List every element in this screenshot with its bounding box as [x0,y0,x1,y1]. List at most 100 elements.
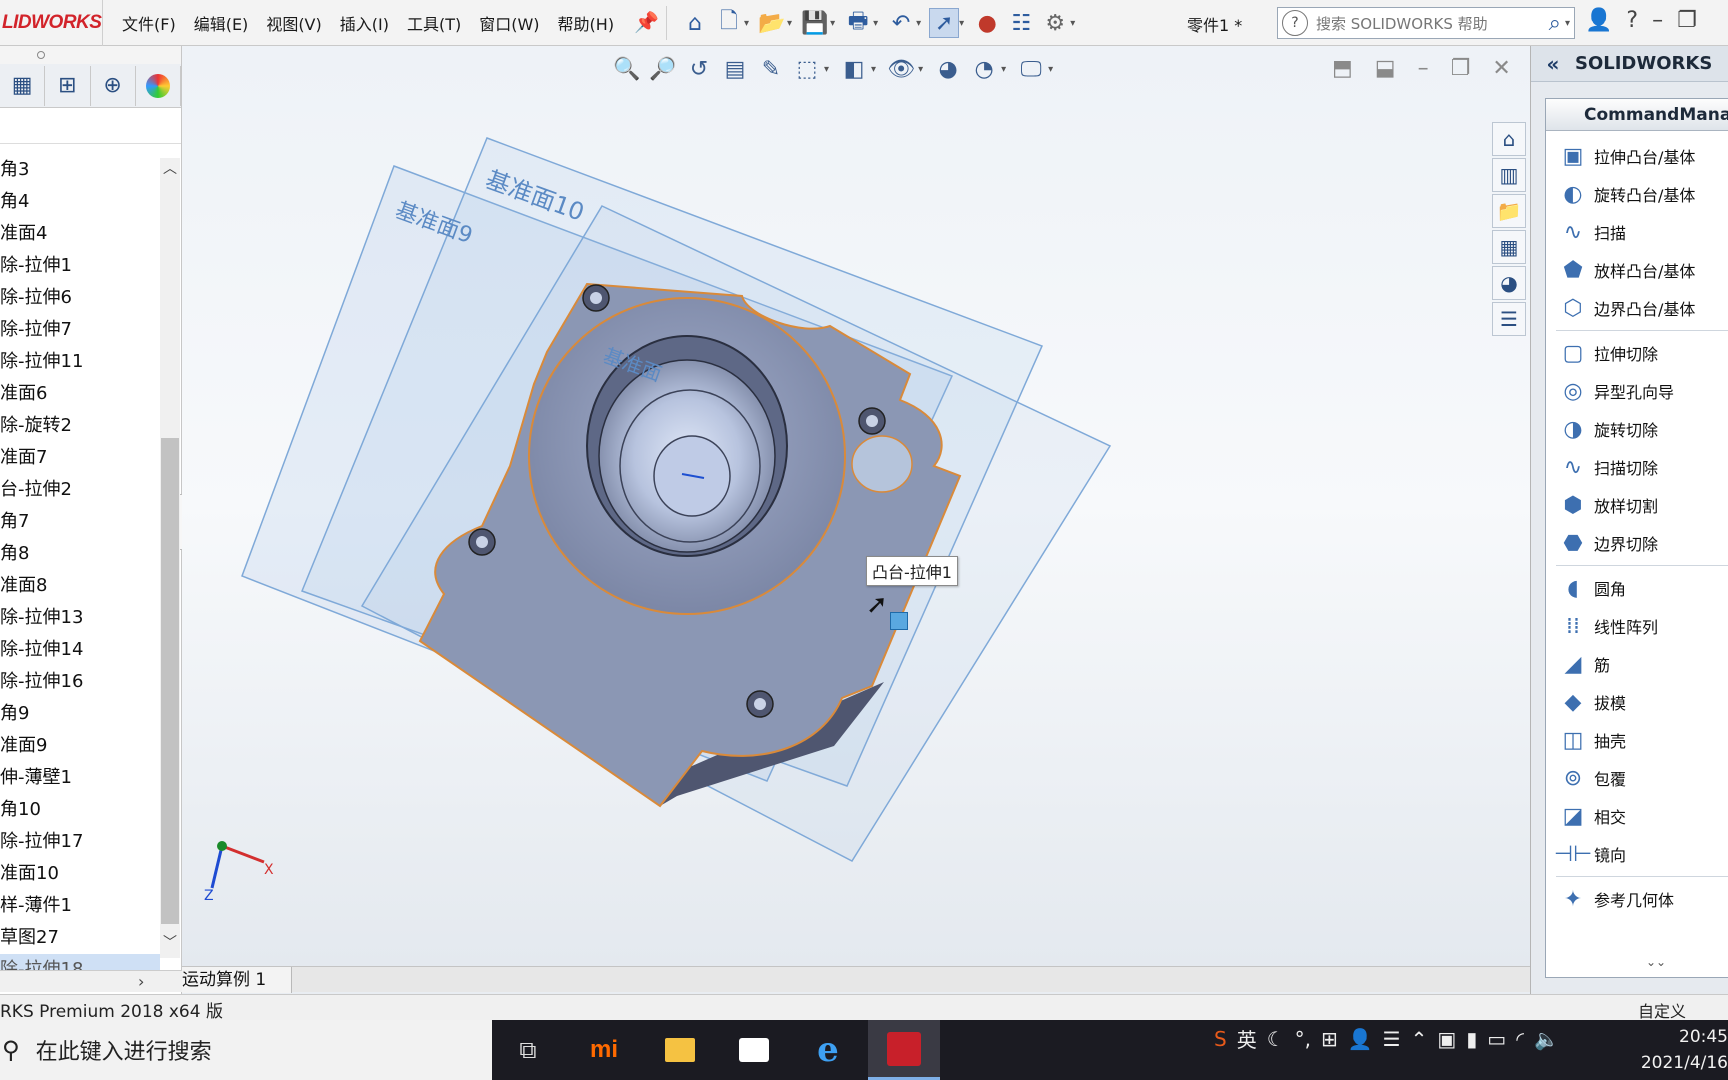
edit-appearance-icon[interactable]: ◕ [933,54,963,84]
menu-insert[interactable]: 插入(I) [340,11,389,35]
feature-tree-item[interactable]: 准面10 [0,858,160,890]
view-settings-icon[interactable]: 🖵 [1016,54,1046,84]
command-manager-header[interactable]: CommandManager [1546,99,1728,131]
scroll-thumb[interactable] [161,438,179,924]
mounting-hole[interactable] [590,292,602,304]
command-item[interactable]: ▣ 拉伸凸台/基体 [1546,137,1728,175]
expand-more-icon[interactable]: ⌄⌄ [1646,955,1666,969]
scroll-right-icon[interactable]: › [138,972,144,991]
menu-file[interactable]: 文件(F) [122,11,176,35]
command-item[interactable]: ▢ 拉伸切除 [1546,334,1728,372]
side-cut-hole[interactable] [851,435,913,493]
feature-tree-item[interactable]: 除-拉伸14 [0,634,160,666]
chevron-down-icon[interactable]: ▾ [873,18,878,29]
user-icon[interactable]: 👤 [1585,8,1612,33]
custom-properties-icon[interactable]: ☰ [1492,302,1526,336]
feature-tree-item[interactable]: 准面9 [0,730,160,762]
chevron-down-icon[interactable]: ▾ [1001,64,1006,75]
feature-tree-item[interactable]: 角8 [0,538,160,570]
ime-language[interactable]: 英 [1237,1024,1257,1053]
search-icon[interactable]: ⌕ [1549,11,1561,36]
minimize-icon[interactable]: – [1652,8,1663,33]
tree-filter[interactable] [0,108,181,144]
tab-motion-study[interactable]: 运动算例 1 [182,967,292,993]
feature-tree-item[interactable]: 准面7 [0,442,160,474]
keyboard-icon[interactable]: ⊞ [1321,1027,1338,1051]
traffic-light-icon[interactable]: ● [972,8,1002,38]
chevron-down-icon[interactable]: ▾ [744,18,749,29]
media-app-icon[interactable] [718,1020,790,1080]
chevron-down-icon[interactable]: ▾ [787,18,792,29]
feature-tree-item[interactable]: 除-拉伸16 [0,666,160,698]
zoom-to-area-icon[interactable]: 🔎 [648,54,678,84]
menu-icon[interactable]: ☰ [1383,1027,1401,1051]
tree-horizontal-scrollbar[interactable]: › [0,970,182,992]
command-item[interactable]: ⊚ 包覆 [1546,759,1728,797]
feature-tree-item[interactable]: 草图27 [0,922,160,954]
feature-tree-item[interactable]: 角3 [0,154,160,186]
ime-logo-icon[interactable]: S [1214,1027,1227,1051]
feature-tree-item[interactable]: 除-拉伸13 [0,602,160,634]
display-style-icon[interactable]: ◧ [839,54,869,84]
feature-tree-item[interactable]: 除-拉伸7 [0,314,160,346]
status-units[interactable]: 自定义 [1638,998,1686,1022]
feature-tree-item[interactable]: 台-拉伸2 [0,474,160,506]
undo-icon[interactable]: ↶ [886,8,916,38]
restore-icon[interactable]: ❐ [1677,8,1697,33]
mi-app-icon[interactable]: mi [568,1020,640,1080]
solidworks-taskbar-icon[interactable] [868,1020,940,1080]
previous-view-icon[interactable]: ↺ [684,54,714,84]
command-item[interactable]: ∿ 扫描切除 [1546,448,1728,486]
menu-view[interactable]: 视图(V) [266,11,321,35]
pin-icon[interactable]: 📌 [634,10,659,34]
internet-explorer-icon[interactable]: e [792,1020,864,1080]
command-item[interactable]: ◪ 相交 [1546,797,1728,835]
chevron-down-icon[interactable]: ▾ [959,18,964,29]
command-item[interactable]: ◢ 筋 [1546,645,1728,683]
dynamic-annotation-icon[interactable]: ✎ [756,54,786,84]
zoom-to-fit-icon[interactable]: 🔍 [612,54,642,84]
command-item[interactable]: ⬣ 边界切除 [1546,524,1728,562]
chevron-up-icon[interactable]: ⌃ [1411,1027,1428,1051]
new-document-icon[interactable]: 🗋 [714,8,744,38]
command-item[interactable]: ◐ 旋转凸台/基体 [1546,175,1728,213]
scroll-up-icon[interactable]: ︿ [163,162,177,176]
tab-configuration-manager[interactable]: ⊞ [45,65,91,106]
command-item[interactable]: ⬟ 放样凸台/基体 [1546,251,1728,289]
wifi-icon[interactable]: ◜ [1516,1027,1524,1051]
appearances-icon[interactable]: ◕ [1492,266,1526,300]
tab-display-manager[interactable] [136,65,181,106]
help-icon[interactable]: ? [1626,8,1638,33]
user-icon[interactable]: 👤 [1348,1027,1373,1051]
moon-icon[interactable]: ☾ [1267,1027,1285,1051]
network-drive-icon[interactable]: ▣ [1437,1027,1456,1051]
command-item[interactable]: ◑ 旋转切除 [1546,410,1728,448]
section-view-icon[interactable]: ▤ [720,54,750,84]
collapse-left-icon[interactable]: « [1531,52,1575,76]
feature-tree-item[interactable]: 除-拉伸17 [0,826,160,858]
command-item[interactable]: ◎ 异型孔向导 [1546,372,1728,410]
feature-tree-item[interactable]: 准面4 [0,218,160,250]
menu-window[interactable]: 窗口(W) [479,11,539,35]
command-item[interactable]: ◫ 抽壳 [1546,721,1728,759]
feature-tree-item[interactable]: 准面6 [0,378,160,410]
command-item[interactable]: ◖ 圆角 [1546,569,1728,607]
tab-dimxpert-manager[interactable]: ⊕ [91,65,136,106]
chevron-down-icon[interactable]: ▾ [824,64,829,75]
command-item[interactable]: ∿ 扫描 [1546,213,1728,251]
command-item[interactable]: ⁞⁞ 线性阵列 [1546,607,1728,645]
graphics-area[interactable]: 基准面9 基准面10 基准面 🔍 🔎 ↺ ▤ ✎ ⬚ ▾ ◧ ▾ 👁 ▾ ◕ ◔… [182,46,1530,966]
chevron-down-icon[interactable]: ▾ [916,18,921,29]
feature-tree-item[interactable]: 除-旋转2 [0,410,160,442]
tile-down-icon[interactable]: ⬓ [1375,56,1396,81]
feature-tree-item[interactable]: 角9 [0,698,160,730]
feature-tree-item[interactable]: 除-拉伸11 [0,346,160,378]
chevron-down-icon[interactable]: ▾ [918,64,923,75]
feature-tree-item[interactable]: 除-拉伸6 [0,282,160,314]
taskbar-search-input[interactable]: ⚲ 在此键入进行搜索 [0,1020,492,1080]
menu-help[interactable]: 帮助(H) [558,11,615,35]
gear-icon[interactable]: ⚙ [1040,8,1070,38]
chevron-down-icon[interactable]: ▾ [830,18,835,29]
mounting-hole[interactable] [866,415,878,427]
chevron-down-icon[interactable]: ▾ [871,64,876,75]
